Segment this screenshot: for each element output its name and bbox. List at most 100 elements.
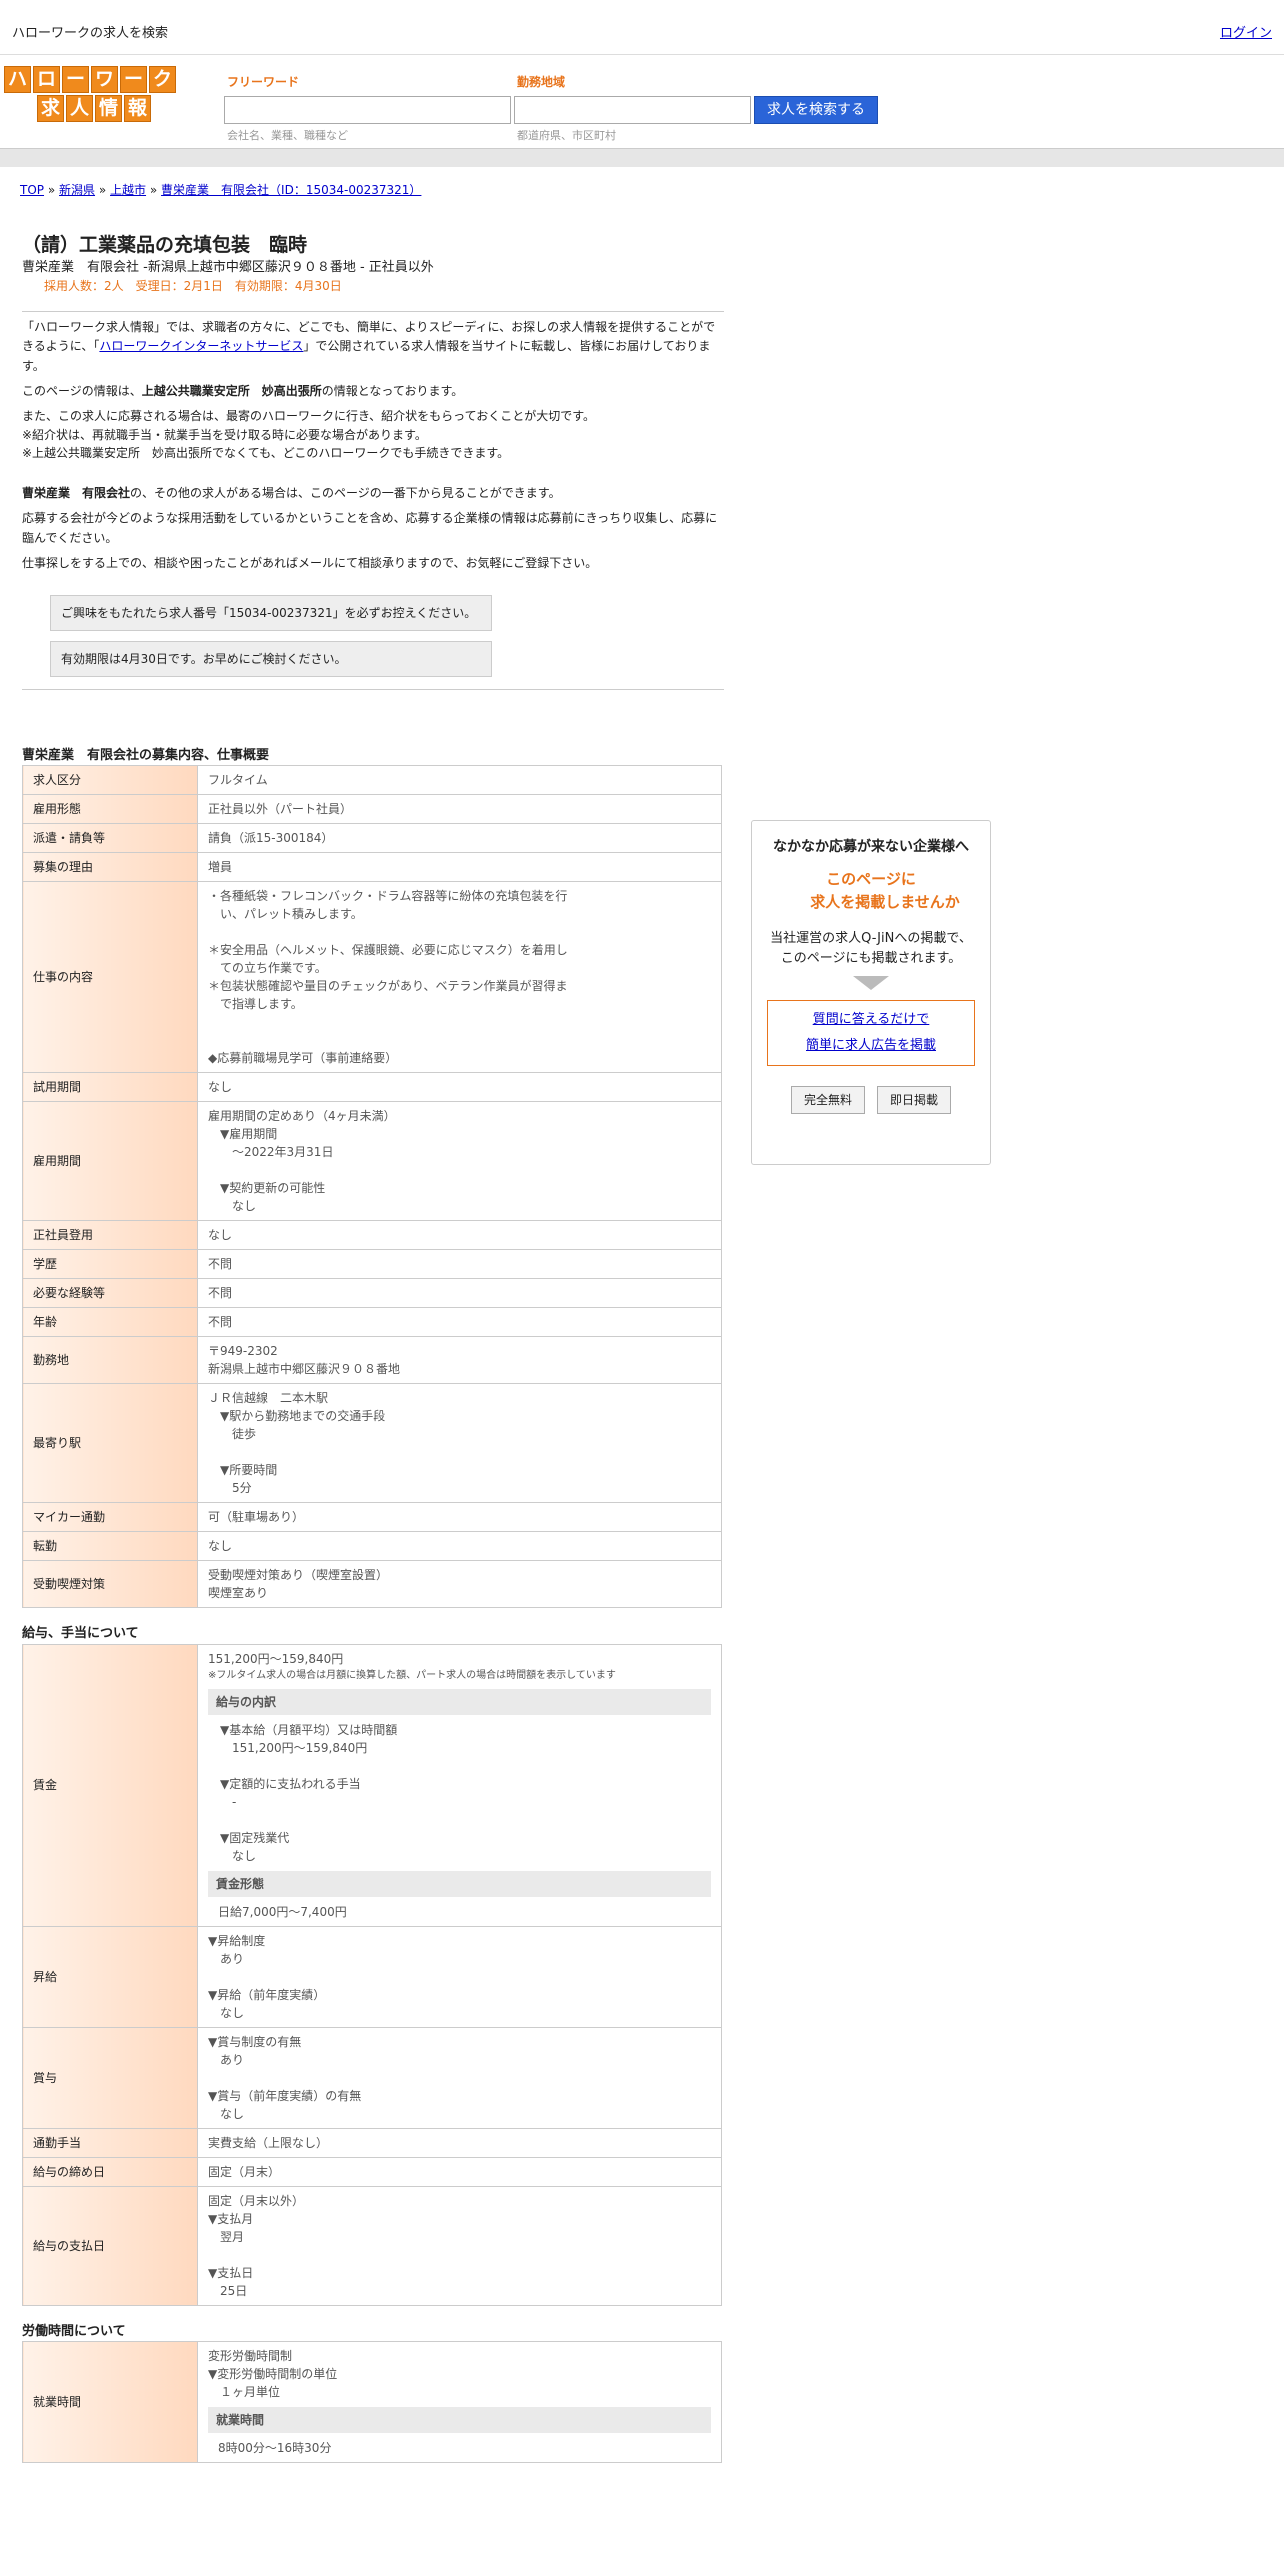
table-row: 募集の理由 増員 bbox=[22, 852, 722, 883]
logo-char: 求 bbox=[37, 95, 64, 122]
hellowork-logo[interactable]: ハローワーク 求人情報 bbox=[4, 66, 180, 124]
login-link[interactable]: ログイン bbox=[1220, 24, 1272, 44]
row-key: 賃金 bbox=[22, 1643, 198, 1927]
hellowork-internet-link[interactable]: ハローワークインターネットサービス bbox=[99, 339, 303, 353]
row-value: 不問 bbox=[197, 1307, 722, 1338]
hours-heading: 労働時間について bbox=[22, 2323, 126, 2339]
logo-char: 人 bbox=[66, 95, 93, 122]
table-row: 通勤手当 実費支給（上限なし） bbox=[22, 2127, 722, 2158]
same-day-button[interactable]: 即日掲載 bbox=[877, 1086, 952, 1115]
table-row: 勤務地 〒949-2302 新潟県上越市中郷区藤沢９０８番地 bbox=[22, 1336, 722, 1385]
row-key: 派遣・請負等 bbox=[22, 823, 198, 854]
table-row: 昇給 ▼昇給制度 あり ▼昇給（前年度実績） なし bbox=[22, 1925, 722, 2028]
row-key: 雇用期間 bbox=[22, 1101, 198, 1222]
row-value: 雇用期間の定めあり（4ヶ月未満） ▼雇用期間 〜2022年3月31日 ▼契約更新… bbox=[197, 1101, 722, 1222]
logo-char: 報 bbox=[124, 95, 151, 122]
hours-table: 就業時間 変形労働時間制 ▼変形労働時間制の単位 １ヶ月単位 就業時間 8時00… bbox=[22, 2341, 722, 2464]
breadcrumb-sep: » bbox=[98, 183, 107, 197]
intro-p3: また、この求人に応募される場合は、最寄のハローワークに行き、紹介状をもらっておく… bbox=[22, 408, 596, 423]
hours-inner-heading: 就業時間 bbox=[208, 2407, 711, 2434]
row-key: 正社員登用 bbox=[22, 1220, 198, 1251]
main-content: （請）工業薬品の充填包装 臨時 曹栄産業 有限会社 -新潟県上越市中郷区藤沢９０… bbox=[22, 233, 724, 2464]
keyword-input[interactable] bbox=[224, 96, 511, 124]
area-hint: 都道府県、市区町村 bbox=[517, 129, 616, 142]
search-button[interactable]: 求人を検索する bbox=[754, 96, 878, 124]
row-key: 求人区分 bbox=[22, 765, 198, 796]
row-key: 就業時間 bbox=[22, 2341, 198, 2464]
intro-p7: 応募する会社が今どのような採用活動をしているかということを含め、応募する企業様の… bbox=[22, 511, 718, 545]
wage-form-value: 日給7,000円〜7,400円 bbox=[218, 1904, 347, 1919]
breadcrumb: TOP » 新潟県 » 上越市 » 曹栄産業 有限会社（ID：15034-002… bbox=[20, 181, 421, 199]
table-row: 給与の締め日 固定（月末） bbox=[22, 2156, 722, 2187]
row-value: フルタイム bbox=[197, 765, 722, 796]
row-key: 雇用形態 bbox=[22, 794, 198, 825]
row-value: 請負（派15-300184） bbox=[197, 823, 722, 854]
advertise-title: なかなか応募が来ない企業様へ bbox=[773, 839, 969, 855]
top-bar: ハローワークの求人を検索 ログイン bbox=[0, 0, 1284, 55]
advertise-links: 質問に答えるだけで 簡単に求人広告を掲載 bbox=[767, 1000, 975, 1067]
row-key: 受動喫煙対策 bbox=[22, 1560, 198, 1609]
table-row: 必要な経験等 不問 bbox=[22, 1278, 722, 1309]
row-key: 給与の支払日 bbox=[22, 2185, 198, 2306]
breadcrumb-pref[interactable]: 新潟県 bbox=[59, 183, 95, 197]
row-value: ＪＲ信越線 二本木駅 ▼駅から勤務地までの交通手段 徒歩 ▼所要時間 5分 bbox=[197, 1383, 722, 1504]
job-meta: 採用人数：2人 受理日：2月1日 有効期限：4月30日 bbox=[44, 279, 342, 294]
wage-form-heading: 賃金形態 bbox=[208, 1870, 711, 1897]
table-row: 雇用期間 雇用期間の定めあり（4ヶ月未満） ▼雇用期間 〜2022年3月31日 ▼… bbox=[22, 1101, 722, 1222]
job-subtitle: 曹栄産業 有限会社 -新潟県上越市中郷区藤沢９０８番地 - 正社員以外 bbox=[22, 259, 434, 275]
row-value: ・各種紙袋・フレコンバック・ドラム容器等に紛体の充填包装を行 い、パレット積みし… bbox=[197, 881, 722, 1074]
divider bbox=[22, 311, 724, 313]
breadcrumb-top[interactable]: TOP bbox=[20, 183, 44, 197]
breakdown-heading: 給与の内訳 bbox=[208, 1688, 711, 1715]
table-row: 転勤 なし bbox=[22, 1531, 722, 1562]
row-key: 年齢 bbox=[22, 1307, 198, 1338]
intro-p6: 曹栄産業 有限会社の、その他の求人がある場合は、このページの一番下から見ることが… bbox=[22, 486, 561, 501]
logo-char: ハ bbox=[4, 66, 31, 93]
table-row: 給与の支払日 固定（月末以外） ▼支払月 翌月 ▼支払日 25日 bbox=[22, 2185, 722, 2306]
logo-char: ー bbox=[62, 66, 89, 93]
arrow-down-icon bbox=[853, 976, 889, 991]
row-value: 〒949-2302 新潟県上越市中郷区藤沢９０８番地 bbox=[197, 1336, 722, 1385]
row-key: 転勤 bbox=[22, 1531, 198, 1562]
breadcrumb-sep: » bbox=[149, 183, 158, 197]
deadline-note: 有効期限は4月30日です。お早めにご検討ください。 bbox=[50, 640, 492, 677]
table-row: 雇用形態 正社員以外（パート社員） bbox=[22, 794, 722, 825]
row-value: 正社員以外（パート社員） bbox=[197, 794, 722, 825]
advertise-link-post[interactable]: 簡単に求人広告を掲載 bbox=[806, 1038, 936, 1053]
job-title: （請）工業薬品の充填包装 臨時 bbox=[22, 234, 308, 256]
row-value: 不問 bbox=[197, 1249, 722, 1280]
row-value: 増員 bbox=[197, 852, 722, 883]
overview-table: 求人区分 フルタイム 雇用形態 正社員以外（パート社員） 派遣・請負等 請負（派15-30… bbox=[22, 765, 722, 1609]
advertise-link-question[interactable]: 質問に答えるだけで bbox=[813, 1012, 930, 1027]
intro-p1: 「ハローワーク求人情報」では、求職者の方々に、どこでも、簡単に、よりスピーディに… bbox=[22, 320, 716, 373]
row-value: 受動喫煙対策あり（喫煙室設置） 喫煙室あり bbox=[197, 1560, 722, 1609]
table-row: 学歴 不問 bbox=[22, 1249, 722, 1280]
table-row: 賃金 151,200円〜159,840円 ※フルタイム求人の場合は月額に換算した… bbox=[22, 1643, 722, 1927]
free-button[interactable]: 完全無料 bbox=[790, 1086, 865, 1115]
breadcrumb-city[interactable]: 上越市 bbox=[110, 183, 146, 197]
advertise-desc: 当社運営の求人Q-JiNへの掲載で、 このページにも掲載されます。 bbox=[770, 930, 972, 967]
row-value: ▼昇給制度 あり ▼昇給（前年度実績） なし bbox=[197, 1925, 722, 2028]
breadcrumb-company[interactable]: 曹栄産業 有限会社（ID：15034-00237321） bbox=[161, 183, 421, 197]
logo-char: ー bbox=[120, 66, 147, 93]
table-row: 求人区分 フルタイム bbox=[22, 765, 722, 796]
row-value: 可（駐車場あり） bbox=[197, 1502, 722, 1533]
divider-bar bbox=[0, 148, 1284, 167]
row-value: なし bbox=[197, 1531, 722, 1562]
row-value: 不問 bbox=[197, 1278, 722, 1309]
table-row: 正社員登用 なし bbox=[22, 1220, 722, 1251]
area-input[interactable] bbox=[514, 96, 751, 124]
salary-table: 賃金 151,200円〜159,840円 ※フルタイム求人の場合は月額に換算した… bbox=[22, 1643, 722, 2306]
table-row: 最寄り駅 ＪＲ信越線 二本木駅 ▼駅から勤務地までの交通手段 徒歩 ▼所要時間 5… bbox=[22, 1383, 722, 1504]
hours-inner-value: 8時00分〜16時30分 bbox=[218, 2441, 332, 2456]
salary-heading: 給与、手当について bbox=[22, 1626, 139, 1642]
hours-value: 変形労働時間制 ▼変形労働時間制の単位 １ヶ月単位 bbox=[208, 2349, 338, 2400]
table-row: 賞与 ▼賞与制度の有無 あり ▼賞与（前年度実績）の有無 なし bbox=[22, 2026, 722, 2129]
logo-char: 情 bbox=[95, 95, 122, 122]
row-key: 必要な経験等 bbox=[22, 1278, 198, 1309]
table-row: 就業時間 変形労働時間制 ▼変形労働時間制の単位 １ヶ月単位 就業時間 8時00… bbox=[22, 2341, 722, 2464]
intro-p2: このページの情報は、上越公共職業安定所 妙高出張所の情報となっております。 bbox=[22, 383, 464, 398]
table-row: 派遣・請負等 請負（派15-300184） bbox=[22, 823, 722, 854]
row-key: 試用期間 bbox=[22, 1072, 198, 1103]
area-label: 勤務地域 bbox=[517, 75, 566, 89]
